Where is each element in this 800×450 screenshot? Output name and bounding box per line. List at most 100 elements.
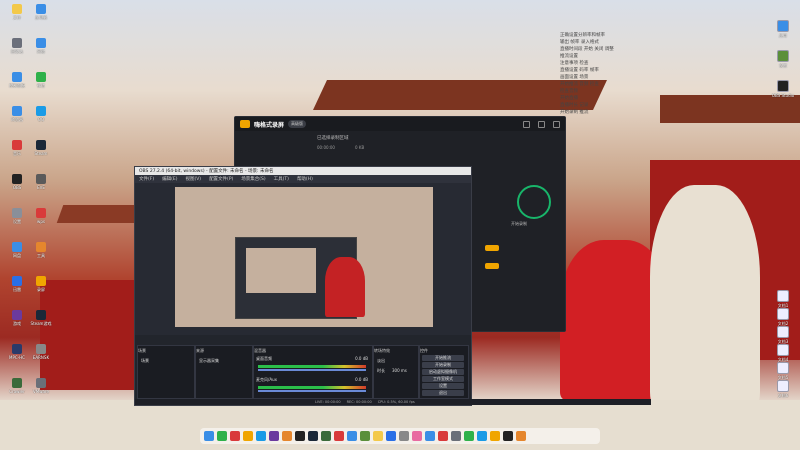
control-button[interactable]: 启动虚拟摄像机 bbox=[422, 369, 464, 375]
obs-preview[interactable] bbox=[175, 187, 433, 327]
menu-item[interactable]: 编辑(E) bbox=[162, 176, 177, 182]
desktop-icon[interactable]: EARNSK bbox=[26, 344, 56, 360]
menu-item[interactable]: 场景集合(S) bbox=[241, 176, 265, 182]
mixer-list: 桌面音频 0.0 dB 麦克风/Aux 0.0 dB bbox=[256, 356, 368, 398]
desktop-icon[interactable]: 应用 bbox=[768, 20, 798, 39]
taskbar-app-icon[interactable] bbox=[451, 431, 461, 441]
desktop-icon[interactable]: QQ bbox=[26, 106, 56, 122]
controls-dock[interactable]: 控件 开始推流 开始录制 启动虚拟摄像机 工作室模式 设置 退出 bbox=[419, 345, 469, 399]
scenes-dock[interactable]: 场景 场景 bbox=[137, 345, 195, 399]
scene-item[interactable]: 场景 bbox=[141, 358, 149, 364]
recorder-logo-icon bbox=[240, 120, 250, 128]
taskbar-app-icon[interactable] bbox=[217, 431, 227, 441]
taskbar-app-icon[interactable] bbox=[282, 431, 292, 441]
scenes-title: 场景 bbox=[138, 348, 146, 353]
mixer-db: 0.0 dB bbox=[355, 377, 368, 382]
desktop-icon-label: 微信 bbox=[37, 83, 45, 88]
recorder-mode: 已选择录制区域 bbox=[317, 136, 349, 141]
taskbar-app-icon[interactable] bbox=[204, 431, 214, 441]
taskbar-app-icon[interactable] bbox=[243, 431, 253, 441]
taskbar-app-icon[interactable] bbox=[373, 431, 383, 441]
obs-window[interactable]: OBS 27.2.4 (64-bit, windows) - 配置文件: 未命名… bbox=[134, 166, 651, 406]
taskbar-app-icon[interactable] bbox=[477, 431, 487, 441]
desktop-icon[interactable]: 文档4 bbox=[768, 344, 798, 363]
toggle-camera[interactable] bbox=[485, 263, 499, 269]
desktop-icon-label: VMware bbox=[33, 389, 49, 394]
taskbar-app-icon[interactable] bbox=[490, 431, 500, 441]
close-icon[interactable] bbox=[553, 120, 560, 128]
taskbar-app-icon[interactable] bbox=[321, 431, 331, 441]
taskbar-app-icon[interactable] bbox=[425, 431, 435, 441]
app-icon bbox=[36, 4, 46, 14]
menu-item[interactable]: 配置文件(P) bbox=[209, 176, 233, 182]
app-icon bbox=[36, 38, 46, 48]
taskbar-app-icon[interactable] bbox=[464, 431, 474, 441]
desktop-icon-label: EVE bbox=[37, 185, 45, 190]
mixer-header: 麦克风/Aux 0.0 dB bbox=[256, 377, 368, 383]
transition-duration[interactable]: 300 ms bbox=[392, 368, 407, 373]
taskbar-app-icon[interactable] bbox=[360, 431, 370, 441]
minimize-icon[interactable] bbox=[538, 120, 545, 128]
taskbar-app-icon[interactable] bbox=[295, 431, 305, 441]
desktop-icon[interactable]: 文档2 bbox=[768, 308, 798, 327]
source-item[interactable]: 显示器采集 bbox=[199, 358, 219, 364]
toggle-audio[interactable] bbox=[485, 245, 499, 251]
taskbar-app-icon[interactable] bbox=[230, 431, 240, 441]
note-line: 开始推流 音频 检查 bbox=[560, 82, 599, 87]
control-button[interactable]: 开始录制 bbox=[422, 362, 464, 368]
desktop-notes: 正确设置分辨率和帧率 输出 帧率 录入格式 直播时间段 开始 关闭 调整 推流设置 注意… bbox=[560, 32, 660, 116]
menu-item[interactable]: 文件(F) bbox=[139, 176, 154, 182]
control-button[interactable]: 退出 bbox=[422, 390, 464, 396]
desktop-icon[interactable]: Steam bbox=[26, 140, 56, 156]
settings-icon[interactable] bbox=[523, 120, 530, 128]
desktop-icon[interactable]: 微信 bbox=[26, 72, 56, 89]
desktop-icon[interactable]: 文档6 bbox=[768, 380, 798, 399]
record-button[interactable] bbox=[517, 185, 551, 219]
taskbar-app-icon[interactable] bbox=[503, 431, 513, 441]
transitions-dock[interactable]: 转场特效 淡出 时长 300 ms bbox=[373, 345, 419, 399]
obs-titlebar[interactable]: OBS 27.2.4 (64-bit, windows) - 配置文件: 未命名… bbox=[135, 167, 471, 175]
taskbar-app-icon[interactable] bbox=[256, 431, 266, 441]
recorder-titlebar[interactable]: 嗨格式录屏 高级版 bbox=[235, 117, 565, 131]
desktop-icon[interactable]: EVE bbox=[26, 174, 56, 190]
desktop-icon[interactable]: 文档5 bbox=[768, 362, 798, 381]
taskbar-app-icon[interactable] bbox=[438, 431, 448, 441]
desktop-icon[interactable]: 工具 bbox=[26, 242, 56, 259]
desktop-icon-label: 工具 bbox=[37, 253, 45, 258]
desktop-icon[interactable]: OBS Studio bbox=[768, 80, 798, 98]
desktop-icon-label: Steam游戏 bbox=[30, 321, 52, 326]
control-button[interactable]: 设置 bbox=[422, 383, 464, 389]
app-icon bbox=[12, 106, 22, 116]
desktop-icon[interactable]: 录屏 bbox=[26, 276, 56, 293]
desktop-icon[interactable]: 文档1 bbox=[768, 290, 798, 309]
menu-item[interactable]: 帮助(H) bbox=[297, 176, 313, 182]
volume-meter bbox=[258, 365, 366, 368]
control-button[interactable]: 开始推流 bbox=[422, 355, 464, 361]
mixer-dock[interactable]: 混音器 桌面音频 0.0 dB 麦克风/Aux 0.0 dB bbox=[253, 345, 373, 399]
desktop-icon[interactable]: Steam游戏 bbox=[26, 310, 56, 327]
taskbar-app-icon[interactable] bbox=[412, 431, 422, 441]
taskbar-app-icon[interactable] bbox=[308, 431, 318, 441]
desktop-icon[interactable]: 此电脑 bbox=[26, 4, 56, 21]
taskbar-app-icon[interactable] bbox=[386, 431, 396, 441]
volume-meter bbox=[258, 386, 366, 389]
desktop-icon[interactable]: 设置 bbox=[768, 50, 798, 69]
menu-item[interactable]: 工具(T) bbox=[274, 176, 289, 182]
desktop-icon[interactable]: wps bbox=[26, 208, 56, 224]
transition-duration-label: 时长 bbox=[377, 368, 385, 373]
taskbar-app-icon[interactable] bbox=[334, 431, 344, 441]
desktop-icon[interactable]: 文档3 bbox=[768, 326, 798, 345]
taskbar-app-icon[interactable] bbox=[516, 431, 526, 441]
sources-dock[interactable]: 来源 显示器采集 bbox=[195, 345, 253, 399]
transition-type[interactable]: 淡出 bbox=[377, 358, 385, 364]
control-button[interactable]: 工作室模式 bbox=[422, 376, 464, 382]
taskbar-app-icon[interactable] bbox=[347, 431, 357, 441]
taskbar-app-icon[interactable] bbox=[399, 431, 409, 441]
menu-item[interactable]: 视图(V) bbox=[185, 176, 201, 182]
desktop-icon[interactable]: VMware bbox=[26, 378, 56, 394]
desktop-icon[interactable]: 网络 bbox=[26, 38, 56, 55]
volume-slider[interactable] bbox=[258, 369, 366, 371]
taskbar-app-icon[interactable] bbox=[269, 431, 279, 441]
volume-slider[interactable] bbox=[258, 390, 366, 392]
recorder-badge[interactable]: 高级版 bbox=[288, 120, 307, 128]
